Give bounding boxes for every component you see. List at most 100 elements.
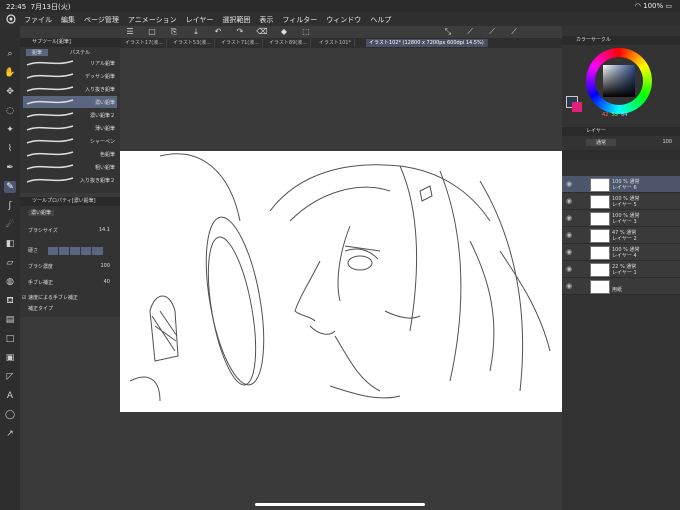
brush-label: 薄い鉛筆	[94, 126, 115, 132]
balloon-icon[interactable]: ◯	[4, 409, 16, 421]
brush-size-value[interactable]: 14.1	[99, 227, 110, 233]
menu-item[interactable]: アニメーション	[128, 15, 177, 25]
brush-name: 濃い鉛筆	[28, 210, 55, 216]
lasso-icon[interactable]: ◌	[4, 105, 16, 117]
fill-bucket-icon[interactable]: ⛾	[4, 295, 16, 307]
app-logo-icon[interactable]	[6, 14, 16, 24]
correction-type-label: 補正タイプ	[28, 306, 54, 312]
brush-icon[interactable]: ʃ	[4, 200, 16, 212]
brush-item[interactable]: シャーペン	[23, 135, 117, 147]
document-tab[interactable]: イラスト102* (12800 x 7200px 600dpi 14.5%)	[366, 39, 488, 47]
brush-item[interactable]: 入り抜き鉛筆２	[23, 174, 117, 186]
airbrush-icon[interactable]: ☄	[4, 219, 16, 231]
pen-icon[interactable]: ✒	[4, 162, 16, 174]
color-wheel[interactable]	[586, 48, 652, 114]
brush-item[interactable]: 濃い鉛筆２	[23, 109, 117, 121]
fill-icon[interactable]: ◆	[278, 27, 290, 37]
brush-item[interactable]: デッサン鉛筆	[23, 70, 117, 82]
blend-icon[interactable]: ◍	[4, 276, 16, 288]
hardness-row[interactable]: 硬さ	[28, 247, 116, 257]
document-tab[interactable]: イラスト101*	[316, 39, 355, 47]
menu-item[interactable]: レイヤー	[186, 15, 214, 25]
toolprop-header: ツールプロパティ[濃い鉛筆]	[20, 197, 120, 206]
fill-icon[interactable]: ◧	[4, 238, 16, 250]
wand-icon[interactable]: ✦	[4, 124, 16, 136]
brush-item[interactable]: 粗い鉛筆	[23, 161, 117, 173]
menu-item[interactable]: 表示	[259, 15, 273, 25]
stabilization-row[interactable]: 手ブレ補正 40	[28, 279, 116, 289]
sub-color-swatch[interactable]	[572, 102, 582, 112]
eye-icon[interactable]: ◉	[566, 180, 572, 188]
eyedropper-icon[interactable]: ⌇	[4, 143, 16, 155]
correct-line-icon[interactable]: ↗	[4, 428, 16, 440]
undo-icon[interactable]: ↶	[212, 27, 224, 37]
move-icon[interactable]: ✥	[4, 86, 16, 98]
eye-icon[interactable]: ◉	[566, 282, 572, 290]
menu-item[interactable]: ファイル	[24, 15, 52, 25]
special-ruler-icon[interactable]: ⟋	[486, 27, 498, 37]
brush-item[interactable]: 濃い鉛筆	[23, 96, 117, 108]
menu-icon[interactable]: ☰	[124, 27, 136, 37]
layer-row[interactable]: ◉ 100 % 通常 レイヤー 4	[562, 244, 680, 261]
eye-icon[interactable]: ◉	[566, 214, 572, 222]
transform-icon[interactable]: ⤡	[442, 27, 454, 37]
brush-item[interactable]: リアル鉛筆	[23, 57, 117, 69]
checkbox-icon[interactable]: ☑	[22, 295, 26, 301]
menu-item[interactable]: 選択範囲	[222, 15, 250, 25]
select-icon[interactable]: ⬚	[300, 27, 312, 37]
drawing-canvas[interactable]	[120, 151, 562, 412]
new-icon[interactable]: ▢	[146, 27, 158, 37]
hardness-swatches[interactable]	[48, 247, 103, 255]
layer-row[interactable]: ◉ 22 % 通常 レイヤー 1	[562, 261, 680, 278]
blend-mode-select[interactable]: 通常	[586, 139, 617, 146]
pencil-icon[interactable]: ✎	[4, 181, 16, 193]
layer-row[interactable]: ◉ 用紙	[562, 278, 680, 295]
document-tab[interactable]: イラスト53(液...	[170, 39, 215, 47]
density-value[interactable]: 100	[100, 263, 110, 269]
eye-icon[interactable]: ◉	[566, 197, 572, 205]
document-tab[interactable]: イラスト17(液...	[122, 39, 167, 47]
gradient-icon[interactable]: ▤	[4, 314, 16, 326]
text-icon[interactable]: A	[4, 390, 16, 402]
layer-row[interactable]: ◉ 100 % 通常 レイヤー 3	[562, 210, 680, 227]
brush-item[interactable]: 入り抜き鉛筆	[23, 83, 117, 95]
save-icon[interactable]: ⤓	[190, 27, 202, 37]
eraser-icon[interactable]: ▱	[4, 257, 16, 269]
layer-row[interactable]: ◉ 47 % 通常 レイヤー 2	[562, 227, 680, 244]
clear-icon[interactable]: ⌫	[256, 27, 268, 37]
eye-icon[interactable]: ◉	[566, 248, 572, 256]
layer-row[interactable]: ◉ 100 % 通常 レイヤー 5	[562, 193, 680, 210]
density-row[interactable]: ブラシ濃度 100	[28, 263, 116, 273]
speed-correction-row[interactable]: ☑ 速度による手ブレ補正	[22, 294, 110, 304]
redo-icon[interactable]: ↷	[234, 27, 246, 37]
menu-item[interactable]: ページ管理	[84, 15, 119, 25]
brush-size-row[interactable]: ブラシサイズ 14.1	[28, 227, 116, 237]
document-tab[interactable]: イラスト71(液...	[218, 39, 263, 47]
menu-item[interactable]: 編集	[61, 15, 75, 25]
ruler-snap-icon[interactable]: ⟋	[464, 27, 476, 37]
brush-item[interactable]: 色鉛筆	[23, 148, 117, 160]
layer-blend-row: 通常 100	[566, 138, 676, 148]
stabilization-value[interactable]: 40	[104, 279, 110, 285]
frame-icon[interactable]: ▣	[4, 352, 16, 364]
layer-row[interactable]: ◉ 100 % 通常 レイヤー 6	[562, 176, 680, 193]
opacity-value[interactable]: 100	[662, 139, 672, 145]
document-tab[interactable]: イラスト89(液...	[266, 39, 311, 47]
menu-item[interactable]: ウィンドウ	[326, 15, 361, 25]
color-square[interactable]	[603, 65, 635, 97]
shape-icon[interactable]: □	[4, 333, 16, 345]
ruler-icon[interactable]: ◸	[4, 371, 16, 383]
tab-pastel[interactable]: パステル	[70, 49, 90, 56]
open-icon[interactable]: ⎘	[168, 27, 180, 37]
correction-type-row[interactable]: 補正タイプ	[28, 305, 116, 315]
eye-icon[interactable]: ◉	[566, 265, 572, 273]
brush-item[interactable]: 薄い鉛筆	[23, 122, 117, 134]
menu-item[interactable]: フィルター	[282, 15, 317, 25]
tab-pencil[interactable]: 鉛筆	[26, 49, 49, 56]
grid-icon[interactable]: ⟋	[508, 27, 520, 37]
hand-icon[interactable]: ✋	[4, 67, 16, 79]
eye-icon[interactable]: ◉	[566, 231, 572, 239]
menu-item[interactable]: ヘルプ	[370, 15, 391, 25]
subtool-header: サブツール[鉛筆]	[20, 38, 120, 47]
zoom-icon[interactable]: ⌕	[4, 48, 16, 60]
